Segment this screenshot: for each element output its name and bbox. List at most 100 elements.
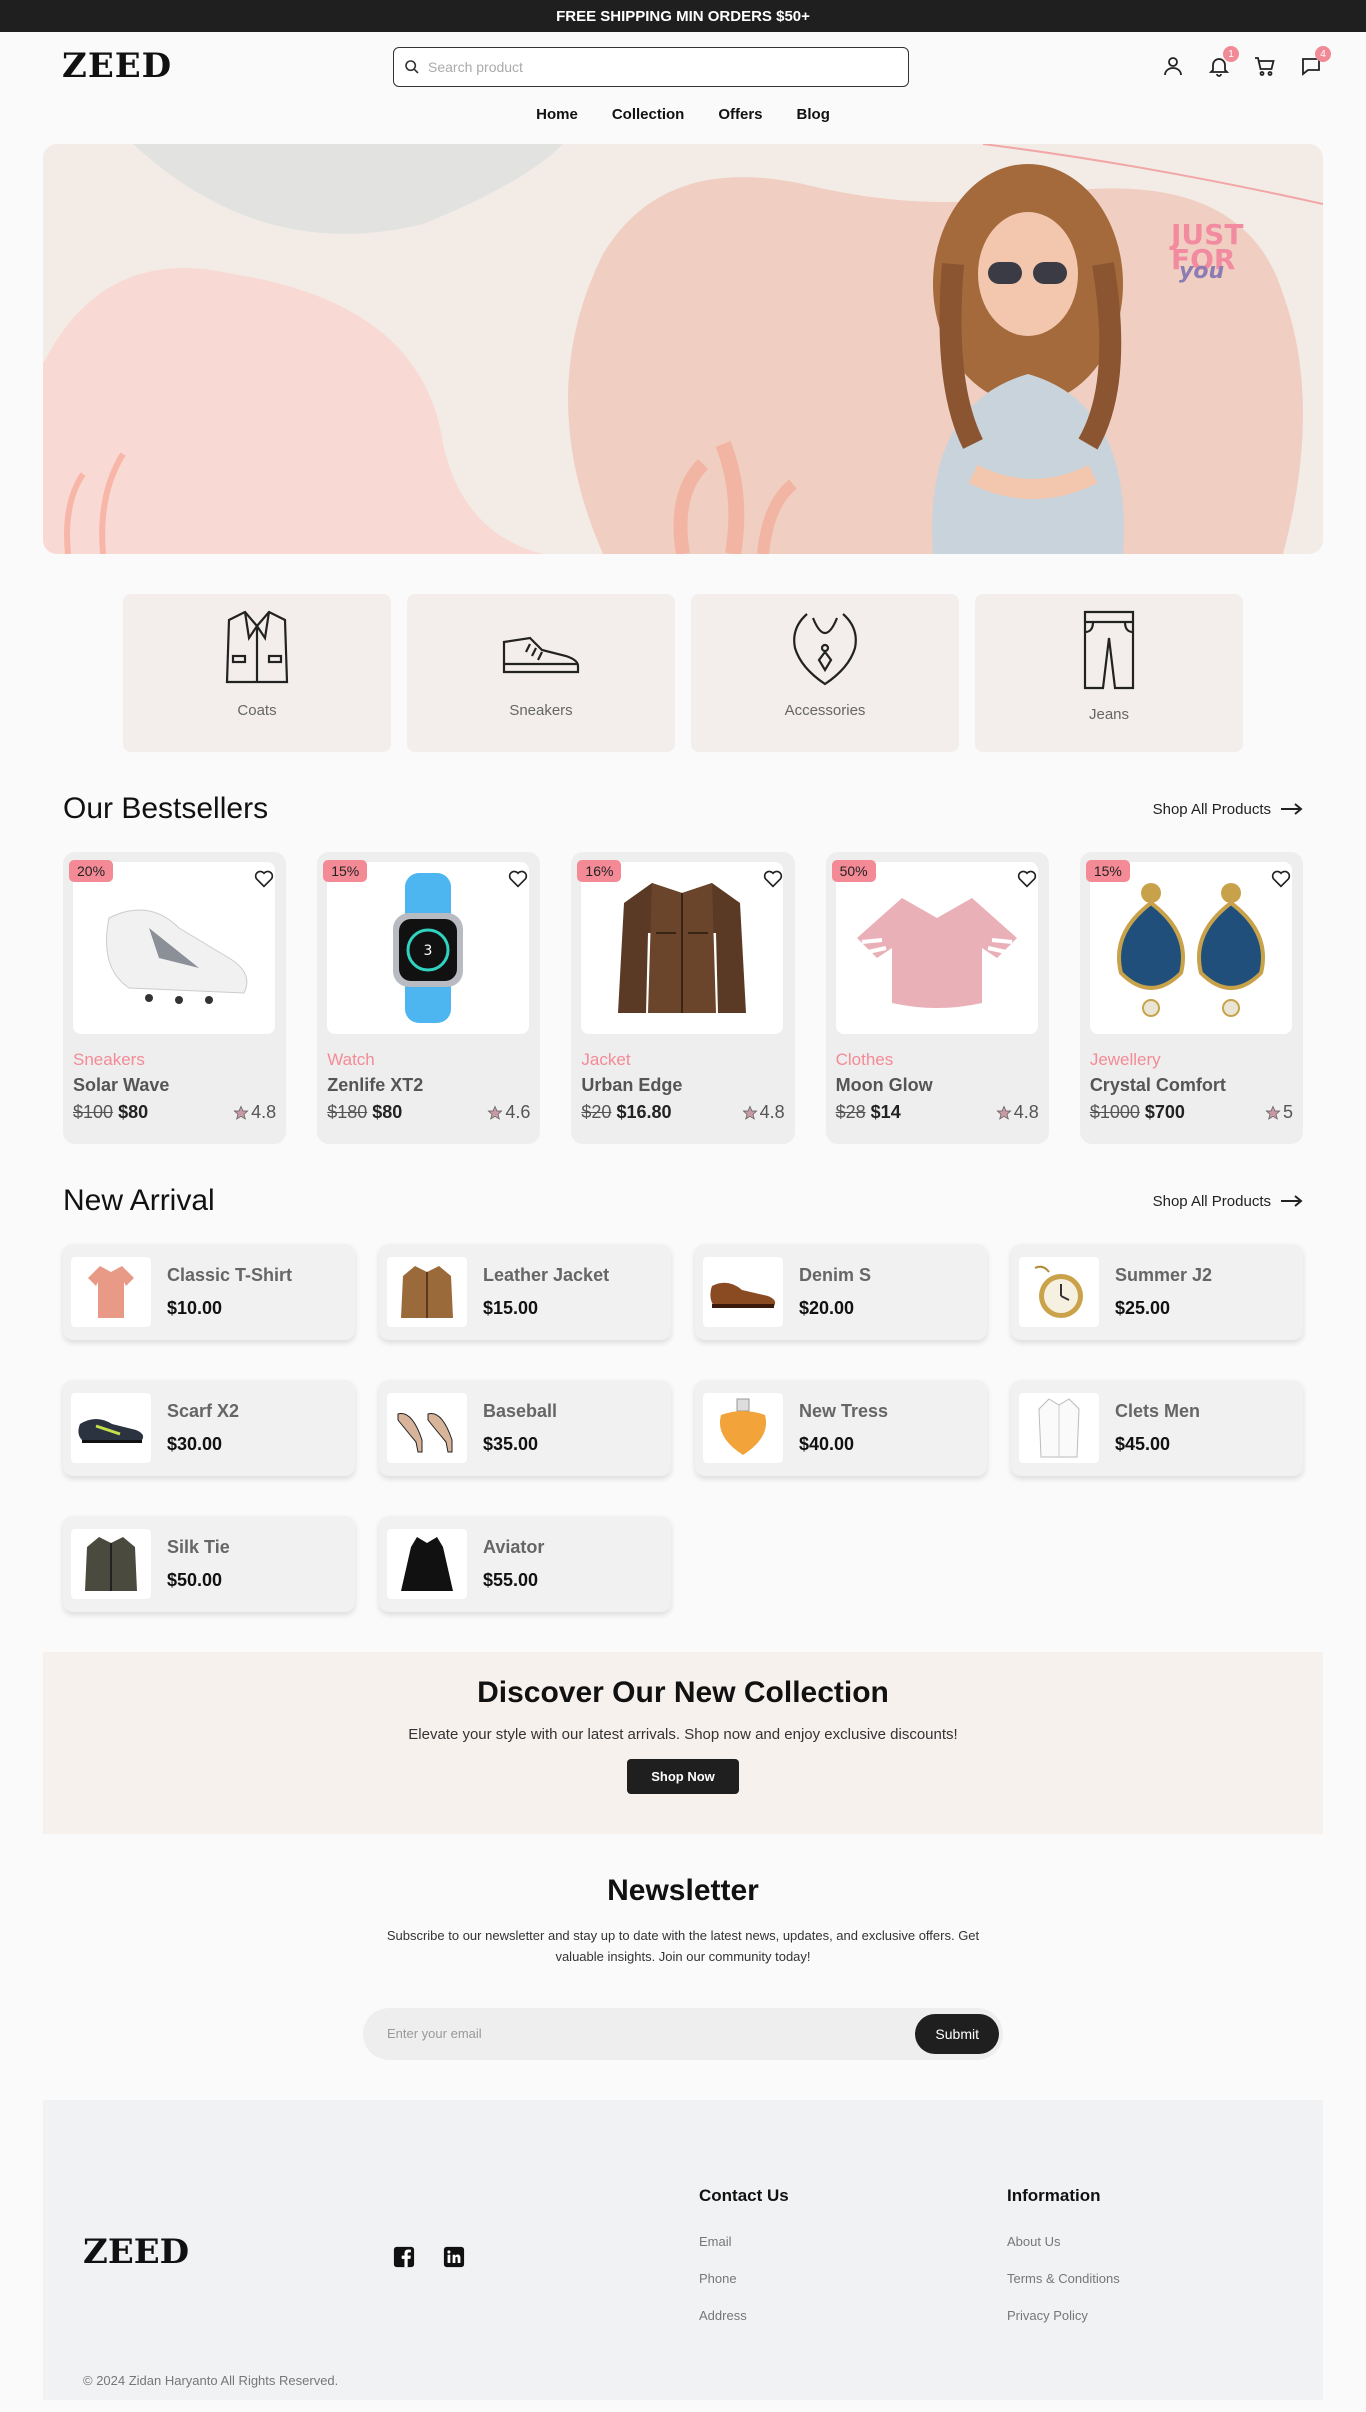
product-name: Urban Edge — [581, 1075, 683, 1095]
product-card[interactable]: 20% Sneakers Solar Wave $100 $80 4.8 — [63, 852, 287, 1144]
shoe-image — [710, 1282, 776, 1308]
heart-icon[interactable] — [763, 870, 783, 888]
arrival-card[interactable]: Scarf X2 $30.00 — [63, 1380, 355, 1476]
logo[interactable]: ZEED — [62, 46, 172, 86]
search-bar[interactable] — [393, 47, 909, 87]
nav-offers[interactable]: Offers — [718, 104, 762, 123]
category-sneakers[interactable]: Sneakers — [407, 594, 675, 752]
arrival-card[interactable]: Classic T-Shirt $10.00 — [63, 1244, 355, 1340]
discount-badge: 50% — [831, 860, 876, 882]
nav-blog[interactable]: Blog — [797, 104, 830, 123]
sneaker-image — [106, 909, 248, 1004]
contact-phone-link[interactable]: Phone — [699, 2271, 789, 2286]
discover-banner: Discover Our New Collection Elevate your… — [43, 1652, 1323, 1834]
top-banner: FREE SHIPPING MIN ORDERS $50+ — [0, 0, 1366, 32]
contact-email-link[interactable]: Email — [699, 2234, 789, 2249]
user-icon[interactable] — [1161, 54, 1185, 78]
linkedin-icon[interactable] — [443, 2246, 465, 2268]
information-column: Information About Us Terms & Conditions … — [1007, 2186, 1120, 2345]
rating: 4.6 — [505, 1102, 531, 1122]
heart-icon[interactable] — [254, 870, 274, 888]
cart-icon[interactable] — [1253, 54, 1277, 78]
footer: ZEED Contact Us Email Phone Address Info… — [43, 2099, 1323, 2400]
bell-icon[interactable]: 1 — [1207, 46, 1239, 78]
category-list: Coats Sneakers Accessories Jeans — [123, 594, 1323, 752]
newsletter-form: Submit — [363, 2007, 1003, 2060]
sneaker-icon — [502, 636, 580, 674]
search-input[interactable] — [428, 59, 888, 75]
contact-address-link[interactable]: Address — [699, 2308, 789, 2323]
arrival-card[interactable]: New Tress $40.00 — [695, 1380, 987, 1476]
notification-badge: 1 — [1223, 46, 1239, 62]
main-nav: Home Collection Offers Blog — [43, 104, 1323, 144]
heart-icon[interactable] — [1271, 870, 1291, 888]
chat-badge: 4 — [1315, 46, 1331, 62]
shop-all-link[interactable]: Shop All Products — [1153, 801, 1303, 818]
search-icon — [405, 60, 419, 74]
product-price: $45.00 — [1115, 1434, 1171, 1454]
product-thumb — [71, 1257, 151, 1327]
product-thumb — [1019, 1257, 1099, 1327]
product-price: $10.00 — [167, 1298, 223, 1318]
rating: 4.8 — [251, 1102, 277, 1122]
discount-badge: 15% — [323, 860, 368, 882]
heels-image — [397, 1413, 453, 1453]
category-label: Accessories — [784, 702, 866, 719]
category-jeans[interactable]: Jeans — [975, 594, 1243, 752]
product-thumb — [1019, 1393, 1099, 1463]
arrival-card[interactable]: Aviator $55.00 — [379, 1516, 671, 1612]
category-coats[interactable]: Coats — [123, 594, 391, 752]
newsletter-title: Newsletter — [607, 1874, 759, 1907]
product-price: $55.00 — [483, 1570, 539, 1590]
arrival-card[interactable]: Summer J2 $25.00 — [1011, 1244, 1303, 1340]
arrival-card[interactable]: Clets Men $45.00 — [1011, 1380, 1303, 1476]
product-price: $40.00 — [799, 1434, 855, 1454]
product-price: $35.00 — [483, 1434, 539, 1454]
shop-all-label: Shop All Products — [1152, 1192, 1271, 1210]
product-card[interactable]: 15% 3 Watch Zenlife XT2 $180 $80 4.6 — [317, 852, 541, 1144]
heart-icon[interactable] — [1017, 870, 1037, 888]
arrival-card[interactable]: Silk Tie $50.00 — [63, 1516, 355, 1612]
footer-logo[interactable]: ZEED — [83, 2232, 189, 2272]
chat-icon[interactable]: 4 — [1299, 46, 1331, 78]
product-card[interactable]: 16% Jacket Urban Edge $20 $16.80 4.8 — [571, 852, 795, 1144]
facebook-icon[interactable] — [393, 2246, 415, 2268]
privacy-link[interactable]: Privacy Policy — [1007, 2308, 1120, 2323]
star-icon — [233, 1104, 249, 1120]
heart-icon[interactable] — [508, 870, 528, 888]
terms-link[interactable]: Terms & Conditions — [1007, 2271, 1120, 2286]
product-name: Denim S — [799, 1265, 872, 1285]
product-card[interactable]: 15% Jewellery Crystal Comfort $1000 $700… — [1079, 852, 1304, 1144]
arrival-card[interactable]: Leather Jacket $15.00 — [379, 1244, 671, 1340]
arrival-card[interactable]: Baseball $35.00 — [379, 1380, 671, 1476]
svg-text:3: 3 — [424, 943, 433, 959]
product-category: Jewellery — [1089, 1050, 1161, 1069]
bestseller-list: 20% Sneakers Solar Wave $100 $80 4.8 15%… — [43, 852, 1323, 1144]
new-arrival-list: Classic T-Shirt $10.00 Leather Jacket $15.… — [43, 1244, 1323, 1612]
shop-all-link[interactable]: Shop All Products — [1153, 1193, 1303, 1210]
submit-button[interactable]: Submit — [915, 2013, 999, 2054]
information-title: Information — [1007, 2185, 1101, 2205]
product-card[interactable]: 50% Clothes Moon Glow $28 $14 4.8 — [825, 852, 1049, 1144]
necklace-icon — [793, 613, 857, 686]
old-price: $100 — [73, 1102, 114, 1122]
email-input[interactable] — [387, 2026, 887, 2042]
product-thumb — [703, 1393, 783, 1463]
newsletter-text: Subscribe to our newsletter and stay up … — [386, 1928, 980, 1964]
shop-now-button[interactable]: Shop Now — [627, 1759, 739, 1794]
discover-text: Elevate your style with our latest arriv… — [408, 1726, 958, 1743]
product-name: Summer J2 — [1115, 1265, 1213, 1285]
product-price: $50.00 — [167, 1570, 223, 1590]
product-thumb — [71, 1529, 151, 1599]
product-price: $30.00 — [167, 1434, 223, 1454]
star-icon — [996, 1104, 1012, 1120]
rating: 4.8 — [759, 1102, 785, 1122]
perfume-image — [719, 1398, 767, 1455]
product-image — [835, 862, 1038, 1034]
product-name: Scarf X2 — [167, 1401, 240, 1421]
nav-collection[interactable]: Collection — [612, 104, 685, 123]
about-link[interactable]: About Us — [1007, 2234, 1120, 2249]
arrival-card[interactable]: Denim S $20.00 — [695, 1244, 987, 1340]
category-accessories[interactable]: Accessories — [691, 594, 959, 752]
nav-home[interactable]: Home — [536, 104, 578, 123]
